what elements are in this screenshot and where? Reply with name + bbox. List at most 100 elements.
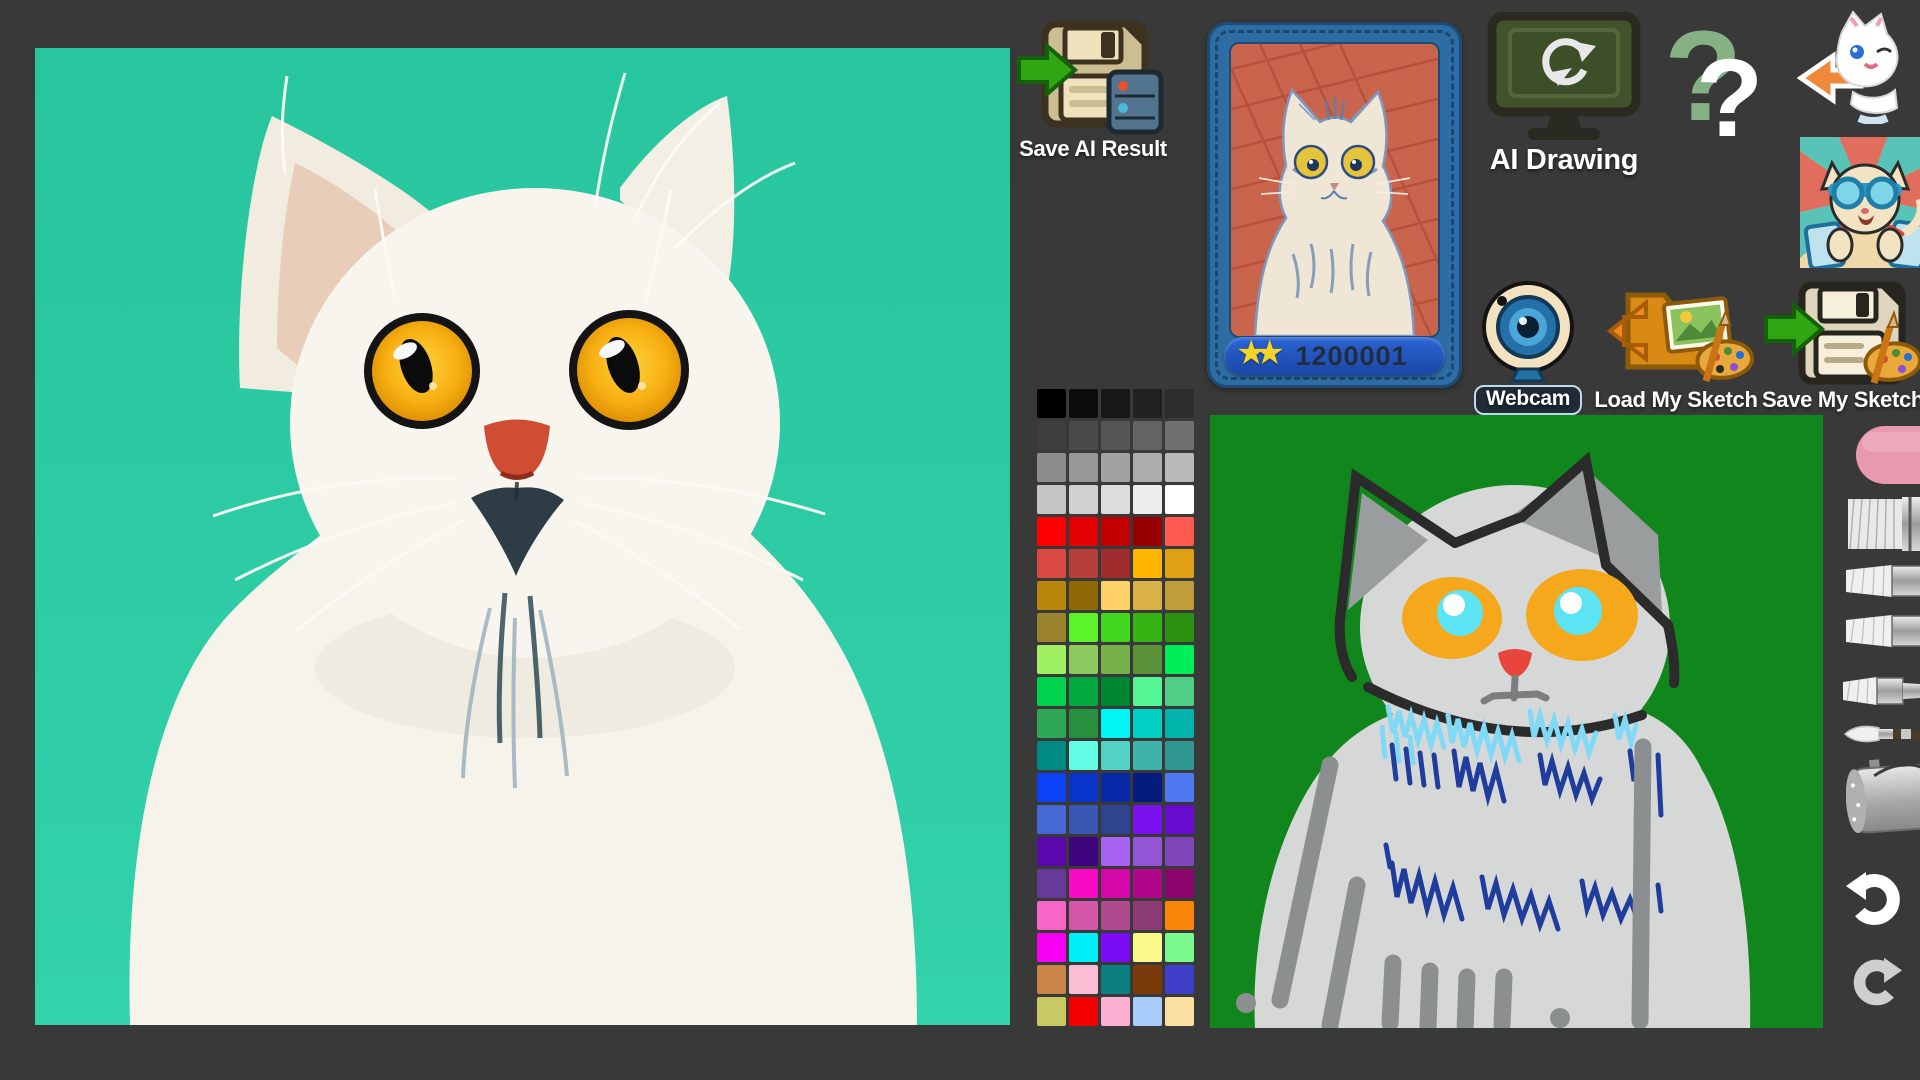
palette-swatch[interactable] (1069, 869, 1098, 898)
palette-swatch[interactable] (1037, 997, 1066, 1026)
palette-swatch[interactable] (1037, 453, 1066, 482)
palette-swatch[interactable] (1133, 645, 1162, 674)
palette-swatch[interactable] (1101, 805, 1130, 834)
palette-swatch[interactable] (1037, 773, 1066, 802)
palette-swatch[interactable] (1101, 453, 1130, 482)
sketch-canvas[interactable] (1210, 415, 1823, 1028)
palette-swatch[interactable] (1133, 997, 1162, 1026)
palette-swatch[interactable] (1133, 869, 1162, 898)
palette-swatch[interactable] (1069, 805, 1098, 834)
palette-swatch[interactable] (1069, 677, 1098, 706)
gallery-thumbnail[interactable] (1800, 137, 1920, 268)
palette-swatch[interactable] (1133, 517, 1162, 546)
palette-swatch[interactable] (1037, 581, 1066, 610)
palette-swatch[interactable] (1037, 901, 1066, 930)
palette-swatch[interactable] (1037, 933, 1066, 962)
palette-swatch[interactable] (1101, 645, 1130, 674)
palette-swatch[interactable] (1165, 453, 1194, 482)
palette-swatch[interactable] (1165, 837, 1194, 866)
palette-swatch[interactable] (1037, 709, 1066, 738)
flat-brush-small-tool[interactable] (1843, 674, 1920, 708)
palette-swatch[interactable] (1133, 421, 1162, 450)
palette-swatch[interactable] (1165, 709, 1194, 738)
palette-swatch[interactable] (1165, 805, 1194, 834)
palette-swatch[interactable] (1037, 613, 1066, 642)
redo-button[interactable] (1848, 956, 1904, 1008)
palette-swatch[interactable] (1101, 837, 1130, 866)
palette-swatch[interactable] (1133, 389, 1162, 418)
palette-swatch[interactable] (1037, 837, 1066, 866)
palette-swatch[interactable] (1037, 805, 1066, 834)
palette-swatch[interactable] (1165, 965, 1194, 994)
round-detail-brush-tool[interactable] (1843, 721, 1920, 747)
palette-swatch[interactable] (1069, 453, 1098, 482)
palette-swatch[interactable] (1037, 485, 1066, 514)
palette-swatch[interactable] (1165, 389, 1194, 418)
palette-swatch[interactable] (1133, 677, 1162, 706)
palette-swatch[interactable] (1165, 517, 1194, 546)
palette-swatch[interactable] (1133, 581, 1162, 610)
palette-swatch[interactable] (1069, 965, 1098, 994)
palette-swatch[interactable] (1165, 677, 1194, 706)
save-my-sketch-button[interactable]: Save My Sketch (1762, 281, 1920, 413)
palette-swatch[interactable] (1165, 581, 1194, 610)
palette-swatch[interactable] (1165, 645, 1194, 674)
palette-swatch[interactable] (1101, 421, 1130, 450)
palette-swatch[interactable] (1069, 773, 1098, 802)
palette-swatch[interactable] (1037, 645, 1066, 674)
palette-swatch[interactable] (1037, 741, 1066, 770)
palette-swatch[interactable] (1069, 933, 1098, 962)
palette-swatch[interactable] (1101, 709, 1130, 738)
undo-button[interactable] (1846, 870, 1904, 928)
palette-swatch[interactable] (1069, 613, 1098, 642)
palette-swatch[interactable] (1101, 485, 1130, 514)
help-button[interactable]: ? ? (1662, 8, 1774, 144)
palette-swatch[interactable] (1101, 997, 1130, 1026)
palette-swatch[interactable] (1133, 453, 1162, 482)
palette-swatch[interactable] (1037, 517, 1066, 546)
palette-swatch[interactable] (1069, 581, 1098, 610)
palette-swatch[interactable] (1101, 773, 1130, 802)
palette-swatch[interactable] (1101, 965, 1130, 994)
palette-swatch[interactable] (1101, 869, 1130, 898)
palette-swatch[interactable] (1133, 613, 1162, 642)
palette-swatch[interactable] (1101, 581, 1130, 610)
palette-swatch[interactable] (1133, 837, 1162, 866)
palette-swatch[interactable] (1069, 709, 1098, 738)
palette-swatch[interactable] (1101, 549, 1130, 578)
palette-swatch[interactable] (1069, 389, 1098, 418)
eraser-tool[interactable] (1856, 426, 1920, 488)
palette-swatch[interactable] (1133, 741, 1162, 770)
palette-swatch[interactable] (1069, 741, 1098, 770)
palette-swatch[interactable] (1165, 485, 1194, 514)
webcam-button[interactable]: Webcam (1477, 281, 1579, 415)
palette-swatch[interactable] (1101, 677, 1130, 706)
palette-swatch[interactable] (1101, 517, 1130, 546)
palette-swatch[interactable] (1165, 901, 1194, 930)
palette-swatch[interactable] (1101, 741, 1130, 770)
palette-swatch[interactable] (1069, 837, 1098, 866)
palette-swatch[interactable] (1165, 549, 1194, 578)
palette-swatch[interactable] (1069, 645, 1098, 674)
palette-swatch[interactable] (1165, 997, 1194, 1026)
flat-brush-medium-tool[interactable] (1846, 613, 1920, 649)
flat-brush-large-tool[interactable] (1846, 563, 1920, 599)
wide-flat-brush-tool[interactable] (1848, 495, 1920, 553)
palette-swatch[interactable] (1069, 485, 1098, 514)
palette-swatch[interactable] (1133, 933, 1162, 962)
palette-swatch[interactable] (1037, 389, 1066, 418)
palette-swatch[interactable] (1101, 933, 1130, 962)
palette-swatch[interactable] (1133, 773, 1162, 802)
palette-swatch[interactable] (1037, 677, 1066, 706)
palette-swatch[interactable] (1165, 773, 1194, 802)
palette-swatch[interactable] (1165, 421, 1194, 450)
reference-card[interactable]: ★★ 1200001 (1207, 22, 1462, 388)
palette-swatch[interactable] (1037, 421, 1066, 450)
palette-swatch[interactable] (1165, 869, 1194, 898)
palette-swatch[interactable] (1037, 965, 1066, 994)
back-button[interactable] (1795, 8, 1911, 124)
palette-swatch[interactable] (1069, 421, 1098, 450)
palette-swatch[interactable] (1069, 517, 1098, 546)
palette-swatch[interactable] (1133, 709, 1162, 738)
palette-swatch[interactable] (1165, 933, 1194, 962)
